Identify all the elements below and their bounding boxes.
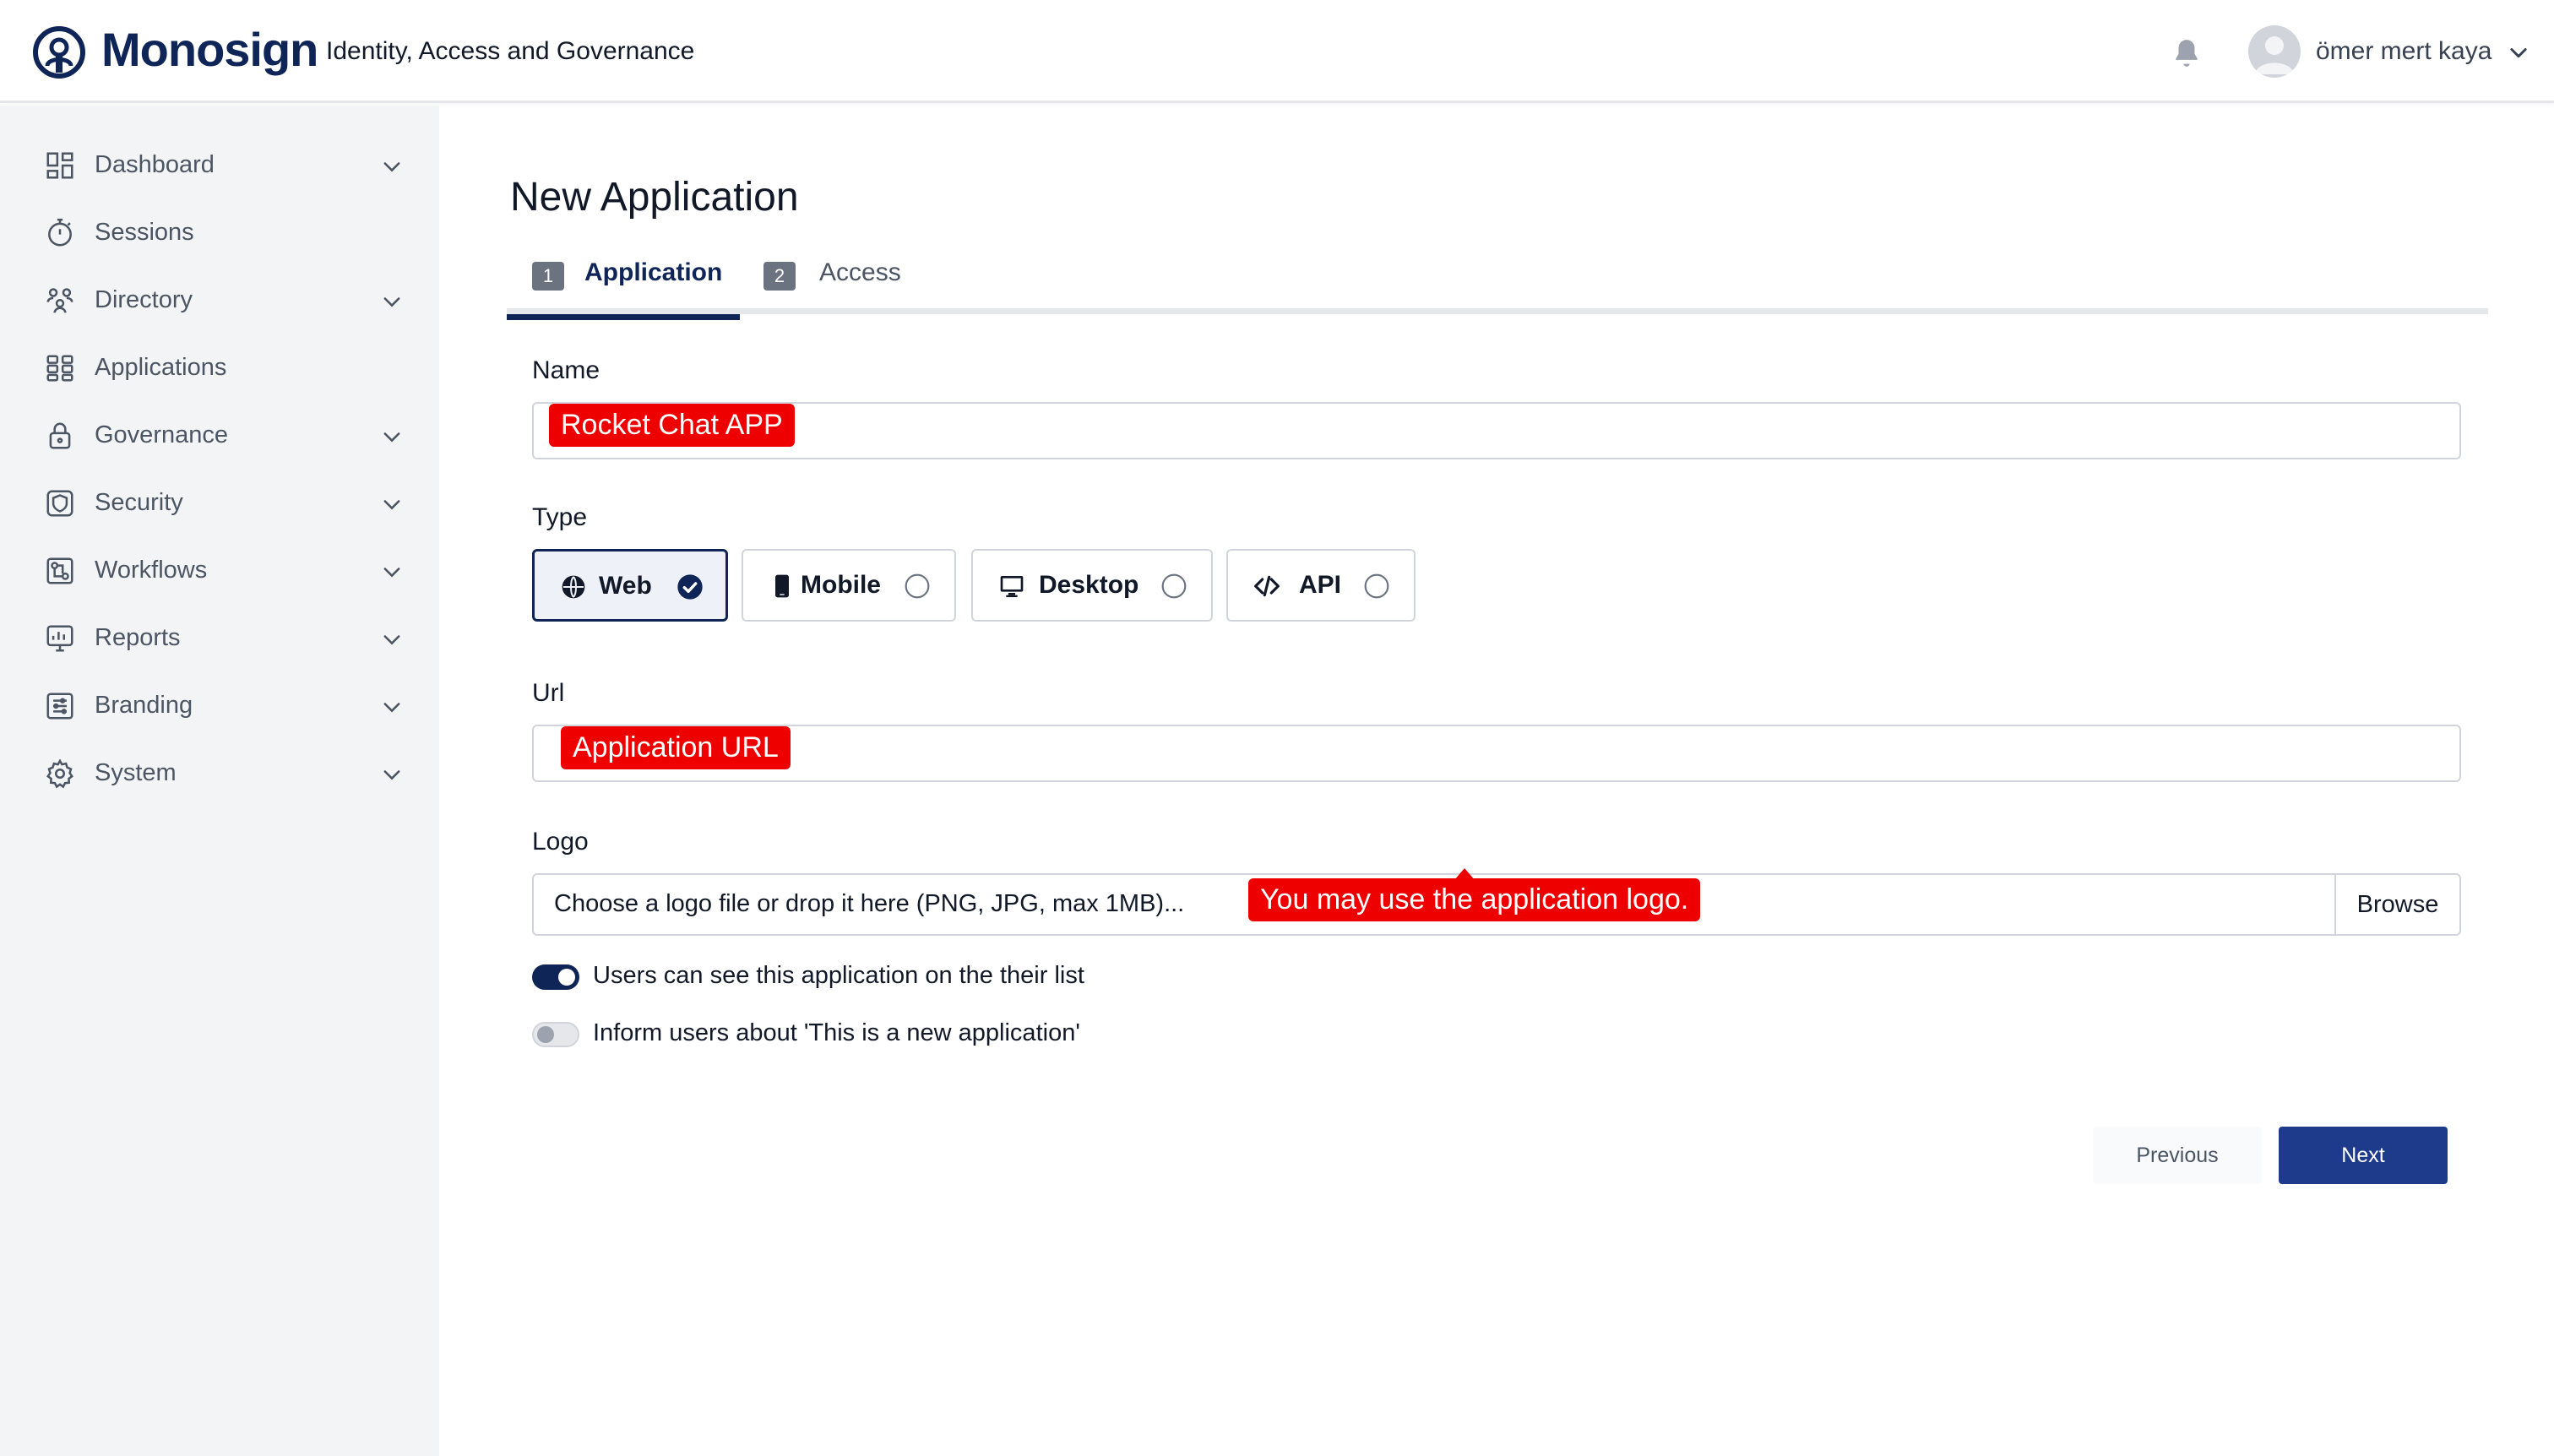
- step-number: 1: [532, 262, 564, 291]
- type-option-label: API: [1299, 571, 1342, 599]
- sidebar: Dashboard Sessions Directory Application…: [0, 106, 439, 1456]
- toggle-knob: [537, 1026, 554, 1043]
- chevron-down-icon: [380, 155, 404, 178]
- sidebar-item-label: Branding: [95, 692, 193, 719]
- type-option-api[interactable]: API: [1226, 549, 1416, 622]
- avatar[interactable]: [2248, 25, 2301, 78]
- chevron-down-icon: [380, 425, 404, 448]
- dashboard-icon: [44, 149, 76, 182]
- type-option-mobile[interactable]: Mobile: [742, 549, 956, 622]
- logo-annotation: You may use the application logo.: [1248, 878, 1701, 921]
- type-option-label: Web: [599, 572, 652, 600]
- name-annotation: Rocket Chat APP: [549, 404, 795, 447]
- sidebar-item-label: Sessions: [95, 219, 194, 246]
- apps-grid-icon: [44, 352, 76, 384]
- chevron-down-icon: [380, 627, 404, 651]
- chevron-down-icon: [380, 560, 404, 584]
- radio-unchecked-icon: [904, 573, 931, 600]
- previous-button[interactable]: Previous: [2093, 1127, 2262, 1184]
- visibility-toggle[interactable]: [532, 964, 579, 990]
- chevron-down-icon: [380, 290, 404, 313]
- radio-unchecked-icon: [1160, 573, 1187, 600]
- desktop-icon: [998, 573, 1025, 600]
- sidebar-item-system[interactable]: System: [0, 744, 439, 803]
- sidebar-item-label: Workflows: [95, 557, 208, 584]
- monosign-logo-icon[interactable]: [32, 25, 86, 79]
- next-button[interactable]: Next: [2279, 1127, 2448, 1184]
- sidebar-item-sessions[interactable]: Sessions: [0, 204, 439, 263]
- sidebar-item-label: System: [95, 759, 177, 786]
- step-number: 2: [763, 262, 796, 291]
- reports-icon: [44, 622, 76, 655]
- user-name[interactable]: ömer mert kaya: [2316, 37, 2492, 66]
- name-input[interactable]: [532, 402, 2461, 459]
- chevron-down-icon: [380, 492, 404, 516]
- inform-users-toggle[interactable]: [532, 1022, 579, 1047]
- sidebar-item-label: Reports: [95, 624, 181, 651]
- name-label: Name: [532, 356, 600, 384]
- type-label: Type: [532, 503, 588, 531]
- sidebar-item-directory[interactable]: Directory: [0, 271, 439, 330]
- wizard-tabs: 1 Application 2 Access: [507, 245, 2488, 320]
- sidebar-item-applications[interactable]: Applications: [0, 339, 439, 398]
- sidebar-item-workflows[interactable]: Workflows: [0, 541, 439, 600]
- type-option-label: Desktop: [1039, 571, 1139, 599]
- page-title: New Application: [510, 175, 799, 220]
- sidebar-item-governance[interactable]: Governance: [0, 406, 439, 465]
- code-icon: [1253, 573, 1280, 600]
- logo-label: Logo: [532, 828, 589, 856]
- type-option-desktop[interactable]: Desktop: [971, 549, 1213, 622]
- sidebar-item-reports[interactable]: Reports: [0, 609, 439, 668]
- top-header: Monosign Identity, Access and Governance…: [0, 0, 2554, 103]
- type-option-web[interactable]: Web: [532, 549, 728, 622]
- radio-unchecked-icon: [1363, 573, 1390, 600]
- sidebar-item-label: Directory: [95, 286, 193, 313]
- chevron-down-icon: [380, 695, 404, 719]
- tab-access[interactable]: 2 Access: [762, 245, 931, 314]
- browse-button[interactable]: Browse: [2334, 875, 2459, 934]
- sidebar-item-label: Governance: [95, 421, 228, 448]
- url-label: Url: [532, 679, 565, 707]
- toggle-knob: [558, 969, 575, 986]
- stopwatch-icon: [44, 217, 76, 249]
- sidebar-item-dashboard[interactable]: Dashboard: [0, 136, 439, 195]
- brand-name[interactable]: Monosign: [101, 22, 318, 77]
- sidebar-item-branding[interactable]: Branding: [0, 676, 439, 736]
- inform-users-toggle-label: Inform users about 'This is a new applic…: [593, 1019, 1080, 1046]
- sidebar-item-label: Security: [95, 489, 183, 516]
- sidebar-item-label: Applications: [95, 354, 227, 381]
- checked-circle-icon: [677, 573, 704, 600]
- sidebar-item-label: Dashboard: [95, 151, 215, 178]
- chevron-down-icon[interactable]: [2507, 41, 2530, 64]
- branding-icon: [44, 690, 76, 722]
- bell-icon[interactable]: [2171, 37, 2203, 69]
- lock-icon: [44, 420, 76, 452]
- mobile-icon: [769, 573, 796, 600]
- tab-label: Application: [584, 258, 723, 286]
- shield-icon: [44, 487, 76, 519]
- brand-tagline: Identity, Access and Governance: [326, 37, 695, 65]
- logo-file-placeholder: Choose a logo file or drop it here (PNG,…: [554, 890, 1185, 917]
- tab-application[interactable]: 1 Application: [507, 245, 740, 320]
- workflow-icon: [44, 555, 76, 587]
- url-annotation: Application URL: [561, 726, 791, 769]
- globe-icon: [560, 573, 587, 600]
- visibility-toggle-label: Users can see this application on the th…: [593, 962, 1084, 989]
- sidebar-item-security[interactable]: Security: [0, 474, 439, 533]
- users-icon: [44, 285, 76, 317]
- type-option-label: Mobile: [801, 571, 881, 599]
- url-input[interactable]: [532, 725, 2461, 782]
- chevron-down-icon: [380, 763, 404, 786]
- tab-label: Access: [819, 258, 901, 286]
- gear-icon: [44, 758, 76, 790]
